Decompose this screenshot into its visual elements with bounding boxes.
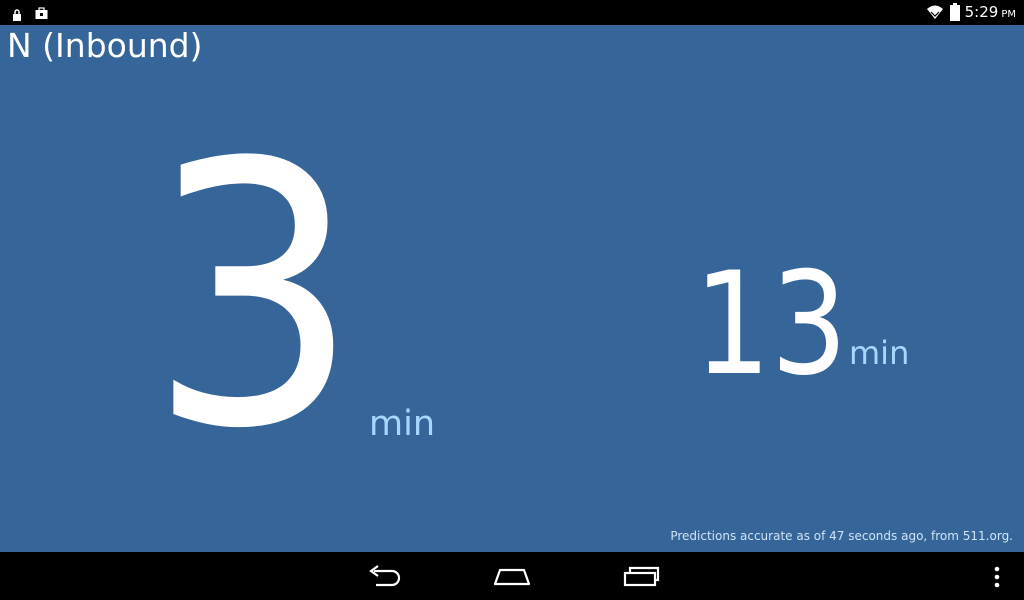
battery-icon — [950, 3, 960, 25]
back-icon[interactable] — [366, 564, 402, 592]
recent-apps-icon[interactable] — [622, 564, 660, 592]
primary-prediction-unit: min — [369, 404, 436, 444]
briefcase-icon — [35, 5, 48, 24]
home-icon[interactable] — [493, 566, 531, 590]
status-clock: 5:29 PM — [965, 3, 1016, 21]
lock-icon — [12, 6, 22, 25]
prediction-source-note: Predictions accurate as of 47 seconds ag… — [670, 529, 1013, 543]
overflow-menu-icon[interactable] — [994, 566, 1000, 592]
clock-time: 5:29 — [964, 3, 999, 21]
status-bar: 5:29 PM — [0, 0, 1024, 25]
route-title: N (Inbound) — [7, 26, 203, 65]
wifi-icon — [926, 4, 944, 24]
secondary-prediction-unit: min — [849, 334, 910, 372]
secondary-prediction-value: 13 — [694, 242, 848, 407]
primary-prediction-value: 3 — [148, 87, 360, 508]
navigation-bar — [0, 552, 1024, 600]
clock-ampm: PM — [1001, 9, 1016, 20]
prediction-panel: N (Inbound) 3 min 13 min Predictions acc… — [0, 25, 1024, 552]
